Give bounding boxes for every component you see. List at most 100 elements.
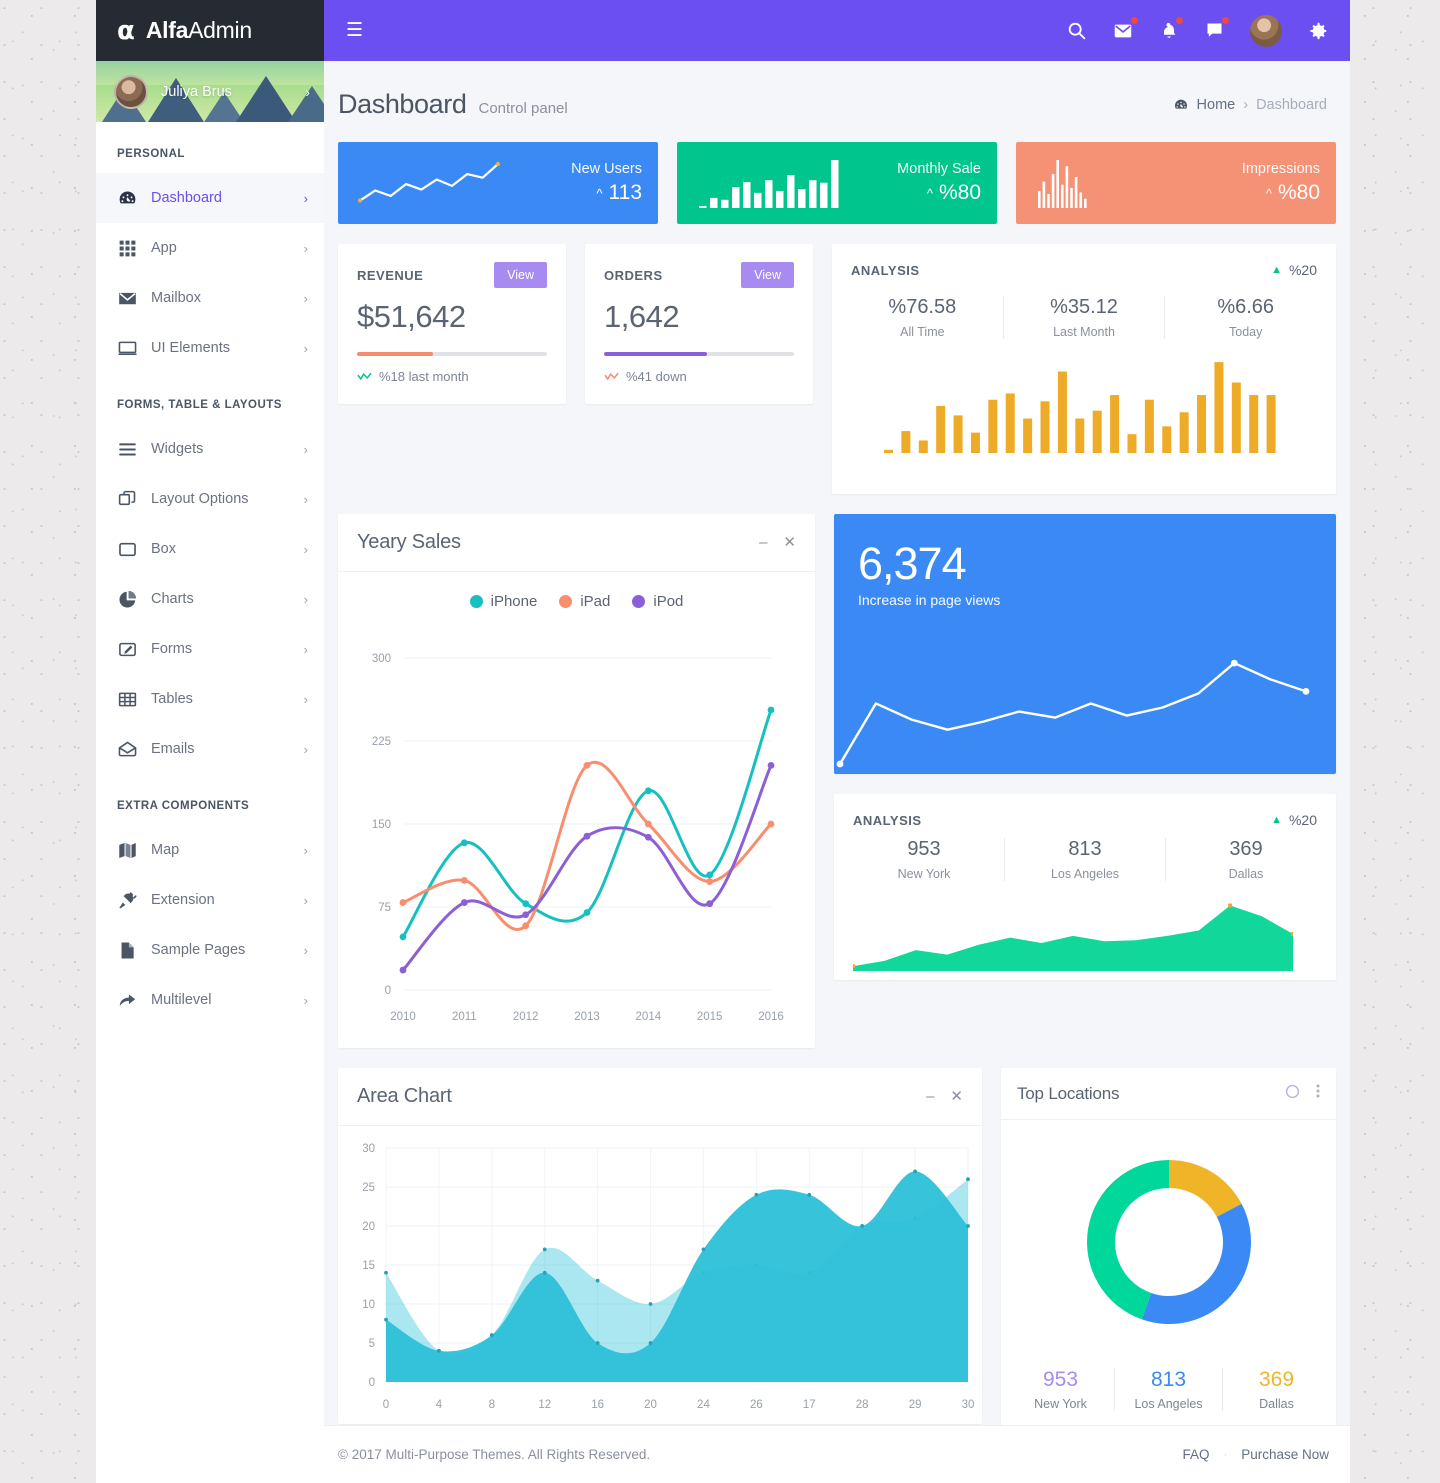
avatar[interactable] — [1250, 14, 1282, 47]
table-icon — [117, 689, 151, 710]
footer-links: FAQ · Purchase Now — [1183, 1447, 1329, 1462]
progress-track — [604, 352, 794, 356]
bell-icon[interactable] — [1159, 16, 1183, 42]
sidebar-item-app[interactable]: App › — [96, 223, 324, 273]
sidebar-item-label: Layout Options — [151, 491, 249, 507]
circle-icon[interactable] — [1285, 1084, 1300, 1104]
sidebar-item-ui-elements[interactable]: UI Elements › — [96, 323, 324, 373]
brand-bold: Alfa — [145, 17, 189, 43]
trend-down-icon — [357, 372, 372, 380]
caret-up-icon: ▲ — [1271, 814, 1282, 826]
svg-text:30: 30 — [362, 1143, 375, 1155]
purchase-link[interactable]: Purchase Now — [1241, 1447, 1329, 1462]
kpi-analysis-row: REVENUE View $51,642 %18 last month ORDE… — [324, 244, 1350, 494]
app-root: α AlfaAdmin Juliya Brus › PERSONAL Dashbo… — [96, 0, 1350, 1483]
locations-legend: 953 New York 813 Los Angeles 369 Dallas — [1001, 1368, 1336, 1429]
progress-fill — [604, 352, 707, 356]
sidebar-item-layout-options[interactable]: Layout Options › — [96, 474, 324, 524]
faq-link[interactable]: FAQ — [1183, 1447, 1210, 1462]
stat-label: New Users — [571, 161, 642, 177]
close-icon[interactable]: ✕ — [783, 535, 796, 550]
stat-value: %80 — [938, 181, 981, 204]
envelope-icon[interactable] — [1112, 16, 1138, 42]
chevron-right-icon: › — [303, 942, 308, 958]
footer: © 2017 Multi-Purpose Themes. All Rights … — [324, 1425, 1350, 1483]
brand[interactable]: α AlfaAdmin — [96, 0, 324, 61]
stat-label: New York — [897, 867, 951, 881]
svg-text:4: 4 — [436, 1399, 443, 1411]
kpi-header: REVENUE View — [357, 262, 547, 288]
gear-icon[interactable] — [1307, 20, 1329, 42]
close-icon[interactable]: ✕ — [950, 1089, 963, 1104]
analysis-card-top: ANALYSIS ▲ %20 %76.58 All Time %35.12 La… — [832, 244, 1336, 494]
minimize-icon[interactable]: – — [926, 1089, 934, 1104]
legend-item[interactable]: iPad — [559, 593, 610, 610]
stat-value: %76.58 — [888, 296, 957, 318]
chevron-right-icon: › — [303, 491, 308, 507]
main-area: ☰ Dashboard Control panel Home › Dashboa… — [324, 0, 1350, 1483]
stat-value: %80 — [1277, 181, 1320, 204]
sidebar-item-label: UI Elements — [151, 340, 230, 356]
legend-item[interactable]: iPhone — [469, 593, 537, 610]
list-icon — [117, 439, 151, 460]
sidebar-item-box[interactable]: Box › — [96, 524, 324, 574]
stat-card-monthly-sale[interactable]: Monthly Sale ^ %80 — [677, 142, 997, 224]
open-envelope-icon — [117, 739, 151, 760]
sidebar-item-sample-pages[interactable]: Sample Pages › — [96, 925, 324, 975]
sparkline — [354, 154, 571, 212]
legend-item[interactable]: iPod — [632, 593, 683, 610]
more-vertical-icon[interactable] — [1316, 1083, 1320, 1104]
svg-text:28: 28 — [856, 1399, 869, 1411]
sidebar-item-dashboard[interactable]: Dashboard › — [96, 173, 324, 223]
sidebar-item-charts[interactable]: Charts › — [96, 574, 324, 624]
sidebar-item-widgets[interactable]: Widgets › — [96, 424, 324, 474]
sidebar-user-profile[interactable]: Juliya Brus › — [96, 61, 324, 122]
trend-down-icon — [604, 372, 619, 380]
sidebar-item-map[interactable]: Map › — [96, 825, 324, 875]
svg-text:16: 16 — [591, 1399, 604, 1411]
hamburger-icon[interactable]: ☰ — [338, 13, 371, 48]
svg-text:20: 20 — [362, 1221, 375, 1233]
edit-icon — [117, 639, 151, 660]
sidebar-nav: PERSONAL Dashboard › App › Mailbox › UI Element… — [96, 122, 324, 1025]
caret-up-icon: ^ — [1265, 185, 1272, 201]
stat-label: Today — [1229, 325, 1263, 339]
analysis-delta: ▲ %20 — [1271, 262, 1317, 278]
svg-text:150: 150 — [372, 819, 391, 831]
svg-text:2014: 2014 — [636, 1011, 662, 1023]
view-button[interactable]: View — [741, 262, 794, 288]
stat-card-impressions[interactable]: Impressions ^ %80 — [1016, 142, 1336, 224]
kpi-note-text: %41 down — [626, 369, 687, 384]
legend-label: iPod — [653, 593, 684, 610]
analysis-stat-col: 953 New York — [844, 838, 1004, 881]
alpha-logo-icon: α — [117, 15, 135, 46]
copyright-text: © 2017 Multi-Purpose Themes. All Rights … — [338, 1447, 651, 1462]
chevron-right-icon: › — [303, 541, 308, 557]
stat-card-new-users[interactable]: New Users ^ 113 — [338, 142, 658, 224]
sidebar-item-extension[interactable]: Extension › — [96, 875, 324, 925]
chevron-right-icon: › — [303, 190, 308, 206]
location-value: 813 — [1150, 1368, 1187, 1391]
sidebar-item-tables[interactable]: Tables › — [96, 674, 324, 724]
map-icon — [117, 840, 151, 861]
chat-icon[interactable] — [1204, 17, 1229, 41]
legend-color-dot — [559, 595, 573, 608]
sidebar-item-label: Mailbox — [151, 290, 201, 306]
sidebar-item-multilevel[interactable]: Multilevel › — [96, 975, 324, 1025]
search-icon[interactable] — [1066, 20, 1087, 41]
sidebar-item-emails[interactable]: Emails › — [96, 724, 324, 774]
sidebar-item-mailbox[interactable]: Mailbox › — [96, 273, 324, 323]
chevron-right-icon: › — [303, 441, 308, 457]
sidebar-item-forms[interactable]: Forms › — [96, 624, 324, 674]
minimize-icon[interactable]: – — [759, 535, 767, 550]
location-value: 369 — [1258, 1368, 1295, 1391]
svg-text:12: 12 — [538, 1399, 551, 1411]
breadcrumb-home[interactable]: Home — [1197, 97, 1236, 113]
progress-track — [357, 352, 547, 356]
grid-icon — [117, 238, 151, 259]
view-button[interactable]: View — [494, 262, 547, 288]
area-chart: 0 5 10 15 20 25 30 0 4 8 12 16 20 24 26 17 28 29 30 — [362, 1143, 974, 1411]
kpi-label: ORDERS — [604, 267, 663, 283]
chevron-right-icon: › — [303, 992, 308, 1008]
analysis-header: ANALYSIS ▲ %20 — [832, 244, 1336, 278]
